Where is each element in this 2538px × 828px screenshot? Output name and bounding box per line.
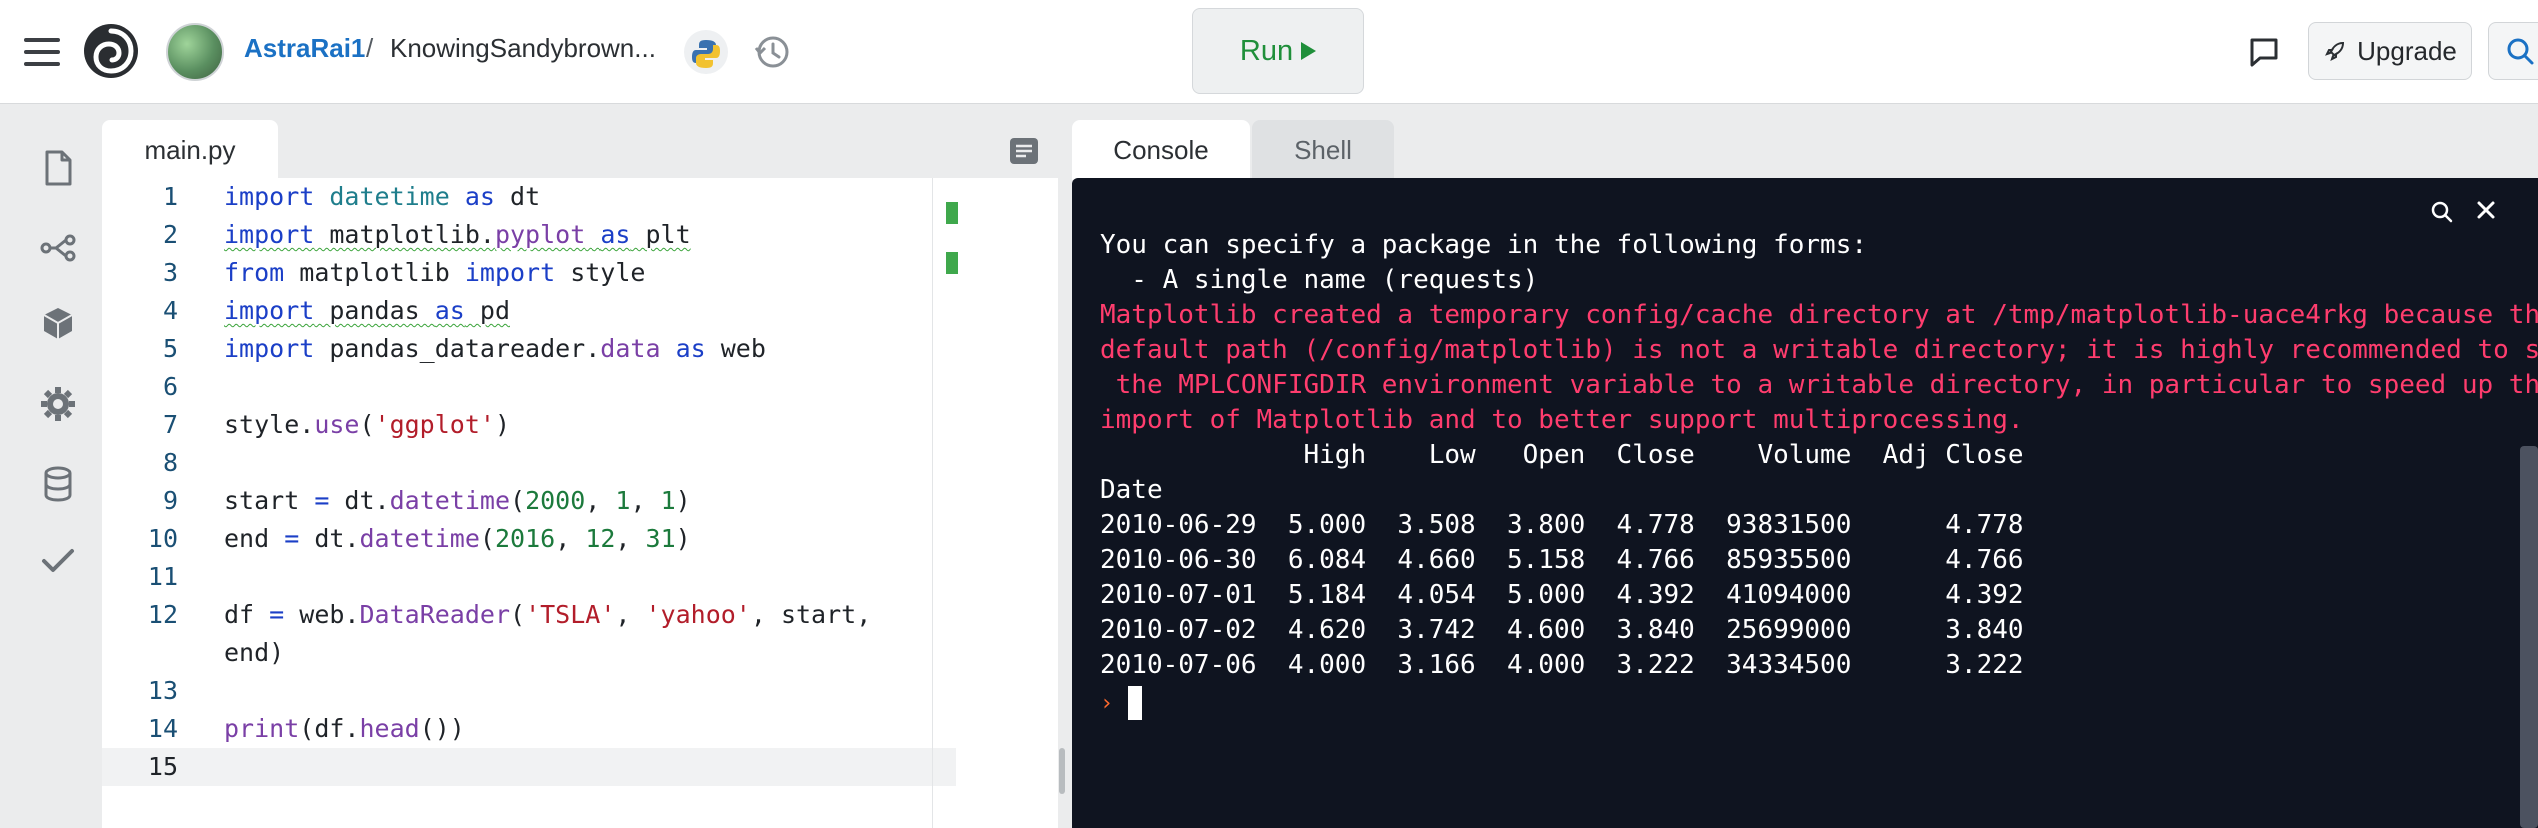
code-line-wrap: end) bbox=[224, 638, 285, 667]
change-marker bbox=[946, 202, 958, 224]
code-line: 12 df = web.DataReader('TSLA', 'yahoo', s… bbox=[147, 600, 872, 629]
console-scrollbar[interactable] bbox=[2520, 446, 2538, 828]
dataframe-row: 2010-06-30 6.084 4.660 5.158 4.766 85935… bbox=[1100, 545, 2024, 575]
console-error-line: import of Matplotlib and to better suppo… bbox=[1100, 405, 2024, 435]
run-label: Run bbox=[1239, 34, 1294, 67]
search-icon bbox=[2507, 38, 2534, 65]
rocket-icon bbox=[2325, 41, 2345, 61]
file-icon[interactable] bbox=[38, 148, 78, 188]
code-line: 8 bbox=[162, 448, 178, 477]
ruler-line bbox=[932, 178, 933, 828]
console-tab-bar: Console Shell bbox=[1072, 120, 2538, 180]
code-editor[interactable]: 1 import datetime as dt 2 import matplotli… bbox=[102, 178, 1058, 828]
avatar[interactable] bbox=[166, 23, 224, 81]
checkmark-icon[interactable] bbox=[38, 540, 78, 580]
console-output[interactable]: You can specify a package in the followi… bbox=[1072, 178, 2538, 828]
dataframe-header: High Low Open Close Volume Adj Close bbox=[1100, 440, 2024, 470]
editor-tab-bar: main.py bbox=[102, 120, 1058, 180]
change-marker bbox=[946, 252, 958, 274]
upgrade-label: Upgrade bbox=[2357, 35, 2457, 66]
play-icon bbox=[1301, 42, 1317, 60]
gear-icon[interactable] bbox=[38, 384, 78, 424]
python-icon[interactable] bbox=[684, 30, 728, 74]
console-line: You can specify a package in the followi… bbox=[1100, 230, 1868, 260]
code-line: 3 from matplotlib import style bbox=[162, 258, 646, 287]
code-line: 14 print(df.head()) bbox=[147, 714, 465, 743]
code-line: 2 import matplotlib.pyplot as plt bbox=[162, 220, 691, 249]
dataframe-row: 2010-07-06 4.000 3.166 4.000 3.222 34334… bbox=[1100, 650, 2024, 680]
dataframe-row: 2010-07-02 4.620 3.742 4.600 3.840 25699… bbox=[1100, 615, 2024, 645]
upgrade-button[interactable]: Upgrade bbox=[2308, 22, 2472, 80]
pane-resize-handle[interactable] bbox=[1059, 748, 1065, 794]
dataframe-row: 2010-06-29 5.000 3.508 3.800 4.778 93831… bbox=[1100, 510, 2024, 540]
breadcrumb-repl-name[interactable]: KnowingSandybrown... bbox=[390, 33, 656, 64]
code-line: 10 end = dt.datetime(2016, 12, 31) bbox=[147, 524, 691, 553]
git-branch-icon[interactable] bbox=[38, 228, 78, 268]
code-line: 6 bbox=[162, 372, 178, 401]
search-button[interactable] bbox=[2488, 22, 2538, 80]
database-icon[interactable] bbox=[38, 464, 78, 504]
prompt-icon: › bbox=[1100, 691, 1114, 716]
left-sidebar bbox=[0, 104, 116, 828]
chat-icon[interactable] bbox=[2246, 34, 2282, 70]
console-error-line: default path (/config/matplotlib) is not… bbox=[1100, 335, 2538, 365]
history-icon[interactable] bbox=[752, 32, 792, 72]
code-line: 9 start = dt.datetime(2000, 1, 1) bbox=[162, 486, 691, 515]
tab-shell[interactable]: Shell bbox=[1252, 120, 1394, 180]
search-icon[interactable] bbox=[2428, 198, 2456, 226]
tab-console[interactable]: Console bbox=[1072, 120, 1250, 180]
package-icon[interactable] bbox=[38, 304, 78, 344]
run-button[interactable]: Run bbox=[1192, 8, 1364, 94]
replit-logo-icon[interactable] bbox=[82, 22, 140, 80]
breadcrumb-username[interactable]: AstraRai1 bbox=[244, 33, 365, 64]
code-line: 5 import pandas_datareader.data as web bbox=[162, 334, 766, 363]
close-icon[interactable] bbox=[2472, 196, 2500, 224]
code-line: 7 style.use('ggplot') bbox=[162, 410, 511, 439]
console-error-line: Matplotlib created a temporary config/ca… bbox=[1100, 300, 2538, 330]
code-line: 1 import datetime as dt bbox=[162, 182, 541, 211]
text-cursor[interactable] bbox=[1128, 686, 1142, 720]
breadcrumb-separator: / bbox=[366, 33, 374, 63]
code-line: 11 bbox=[147, 562, 178, 591]
dataframe-row: 2010-07-01 5.184 4.054 5.000 4.392 41094… bbox=[1100, 580, 2024, 610]
console-error-line: the MPLCONFIGDIR environment variable to… bbox=[1100, 370, 2538, 400]
dataframe-index-label: Date bbox=[1100, 475, 1163, 505]
tab-main-py[interactable]: main.py bbox=[102, 120, 278, 180]
format-icon[interactable] bbox=[1008, 136, 1040, 166]
code-line-active: 15 bbox=[102, 748, 956, 786]
menu-icon[interactable] bbox=[24, 38, 60, 66]
code-line: 13 bbox=[147, 676, 178, 705]
top-bar: AstraRai1 / KnowingSandybrown... Run Upg… bbox=[0, 0, 2538, 104]
console-line: - A single name (requests) bbox=[1100, 265, 1539, 295]
code-line: 4 import pandas as pd bbox=[162, 296, 510, 325]
